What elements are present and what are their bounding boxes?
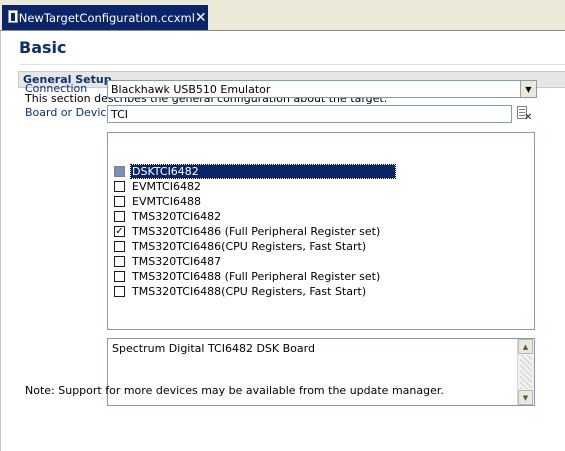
device-list-item[interactable]: TMS320TCI6488(CPU Registers, Fast Start) [114,284,367,299]
device-list-item[interactable]: TMS320TCI6482 [114,209,222,224]
device-label: TMS320TCI6482 [132,210,222,223]
device-label: TMS320TCI6486(CPU Registers, Fast Start) [132,240,367,253]
description-scrollbar[interactable]: ▲ ▼ [517,339,534,405]
device-checkbox[interactable]: ✓ [114,226,125,237]
close-icon[interactable]: ✕ [195,11,207,25]
device-label: DSKTCI6482 [130,164,396,179]
device-checkbox[interactable] [114,196,125,207]
device-checkbox[interactable] [114,286,125,297]
device-label: TMS320TCI6488(CPU Registers, Fast Start) [132,285,367,298]
scroll-track[interactable] [520,355,532,389]
editor-tab-strip: *NewTargetConfiguration.ccxml ✕ [0,0,565,31]
device-list-item[interactable]: TMS320TCI6487 [114,254,222,269]
device-list-item[interactable]: DSKTCI6482 [114,164,396,179]
page-title: Basic [19,38,67,57]
device-list-item[interactable]: ✓ TMS320TCI6486 (Full Peripheral Register… [114,224,381,239]
connection-value: Blackhawk USB510 Emulator [111,83,271,96]
update-manager-note: Note: Support for more devices may be av… [25,384,444,397]
connection-select[interactable]: Blackhawk USB510 Emulator ▼ [107,80,537,98]
device-checkbox[interactable] [114,271,125,282]
device-label: EVMTCI6482 [132,180,201,193]
device-checkbox[interactable] [114,181,125,192]
device-label: TMS320TCI6486 (Full Peripheral Register … [132,225,381,238]
tab-title: *NewTargetConfiguration.ccxml [13,11,195,25]
device-list-item[interactable]: TMS320TCI6488 (Full Peripheral Register … [114,269,381,284]
scroll-down-icon[interactable]: ▼ [518,390,533,405]
board-filter-input[interactable]: TCI [107,105,512,123]
tab-new-target-configuration[interactable]: *NewTargetConfiguration.ccxml ✕ [2,5,208,30]
device-checkbox[interactable] [114,256,125,267]
chevron-down-icon[interactable]: ▼ [520,81,536,97]
device-checkbox[interactable] [114,166,125,177]
device-checkbox[interactable] [114,211,125,222]
device-label: TMS320TCI6488 (Full Peripheral Register … [132,270,381,283]
device-label: EVMTCI6488 [132,195,201,208]
device-list-item[interactable]: EVMTCI6488 [114,194,202,209]
connection-label: Connection [25,82,88,95]
device-list-item[interactable]: EVMTCI6482 [114,179,202,194]
board-label: Board or Device [25,106,114,119]
title-divider [19,64,565,65]
clear-filter-icon[interactable]: ✕ [516,106,532,123]
scroll-up-icon[interactable]: ▲ [518,339,533,354]
board-filter-value: TCI [111,108,128,121]
device-list[interactable]: DSKTCI6482 EVMTCI6482 EVMTCI6488 TMS320TCI6… [107,132,535,330]
device-checkbox[interactable] [114,241,125,252]
device-description: Spectrum Digital TCI6482 DSK Board [112,342,315,355]
device-label: TMS320TCI6487 [132,255,222,268]
device-list-item[interactable]: TMS320TCI6486(CPU Registers, Fast Start) [114,239,367,254]
